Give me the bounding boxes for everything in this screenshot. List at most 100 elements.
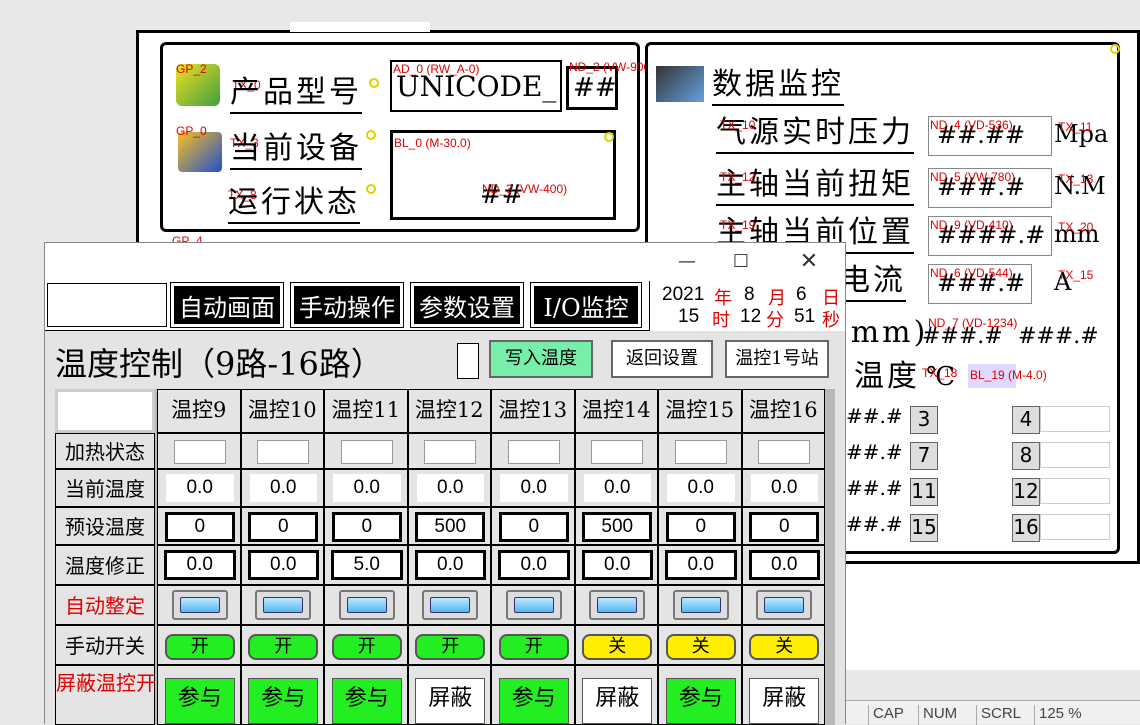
mask-heating-toggle[interactable]: 参与 xyxy=(665,678,736,724)
maximize-icon[interactable]: ☐ xyxy=(719,249,763,275)
preset-temp-input[interactable]: 500 xyxy=(582,512,653,542)
nd-number-b: 16 xyxy=(1012,514,1040,542)
monitor-nd-tag: ND_4 (VD-536) xyxy=(930,118,1013,132)
tag-bl: BL_0 (M-30.0) xyxy=(394,136,471,150)
column-header: 温控9 xyxy=(157,389,241,433)
back-to-settings-button[interactable]: 返回设置 xyxy=(611,340,713,378)
manual-switch-toggle[interactable]: 开 xyxy=(498,634,569,660)
manual-switch-toggle[interactable]: 关 xyxy=(582,634,653,660)
grid-cell: 0.0 xyxy=(491,545,575,585)
manual-switch-toggle[interactable]: 开 xyxy=(248,634,319,660)
grid-cell xyxy=(491,585,575,625)
preset-temp-input[interactable]: 0 xyxy=(164,512,235,542)
heating-status-indicator xyxy=(674,440,727,464)
temp-correction-input[interactable]: 5.0 xyxy=(331,550,403,580)
grid-cell xyxy=(240,433,324,469)
temp-correction-input[interactable]: 0.0 xyxy=(247,550,319,580)
manual-switch-toggle[interactable]: 开 xyxy=(164,634,235,660)
manual-switch-toggle[interactable]: 关 xyxy=(749,634,820,660)
preset-temp-input[interactable]: 0 xyxy=(665,512,736,542)
current-temp-value: 0.0 xyxy=(416,474,484,502)
temperature-control-window: — ☐ ✕ 自动画面 手动操作 参数设置 I/O监控 2021 年 8 月 6 … xyxy=(44,242,846,725)
preset-temp-input[interactable]: 500 xyxy=(415,512,486,542)
preset-temp-input[interactable]: 0 xyxy=(248,512,319,542)
auto-tune-button[interactable] xyxy=(589,590,646,620)
manual-switch-toggle[interactable]: 开 xyxy=(415,634,486,660)
close-icon[interactable]: ✕ xyxy=(787,249,831,275)
column-header: 温控12 xyxy=(407,389,491,433)
temp-correction-input[interactable]: 0.0 xyxy=(748,550,820,580)
mask-heating-toggle[interactable]: 屏蔽 xyxy=(582,678,653,724)
tag-nd7: ND_7 (VD-1234) xyxy=(928,316,1018,330)
grid-cell: 0 xyxy=(324,507,408,545)
nav-auto-screen[interactable]: 自动画面 xyxy=(170,282,284,328)
grid-cell: 0.0 xyxy=(407,469,491,507)
row-label: 屏蔽温控开启加热 xyxy=(55,665,216,725)
station-1-button[interactable]: 温控1号站 xyxy=(725,340,829,378)
grid-cell: 0.0 xyxy=(240,545,324,585)
nd-number-b: 12 xyxy=(1012,478,1040,506)
auto-tune-button[interactable] xyxy=(672,590,729,620)
temp-correction-input[interactable]: 0.0 xyxy=(665,550,737,580)
tag-ad0: AD_0 (RW_A-0) xyxy=(393,62,480,76)
current-temp-value: 0.0 xyxy=(750,474,818,502)
grid-cell: 0.0 xyxy=(658,545,742,585)
preset-temp-input[interactable]: 0 xyxy=(331,512,402,542)
heating-status-indicator xyxy=(507,440,560,464)
auto-tune-button[interactable] xyxy=(756,590,813,620)
temp-correction-input[interactable]: 0.0 xyxy=(581,550,653,580)
row-label: 温度修正 xyxy=(55,545,155,585)
grid-cell: 0.0 xyxy=(157,545,241,585)
grid-cell: 开 xyxy=(240,625,324,665)
manual-switch-toggle[interactable]: 开 xyxy=(331,634,402,660)
grid-cell xyxy=(240,585,324,625)
nav-manual-operation[interactable]: 手动操作 xyxy=(290,282,404,328)
temp-correction-input[interactable]: 0.0 xyxy=(498,550,570,580)
monitor-nd-tag: ND_6 (VD-544) xyxy=(930,266,1013,280)
row-label: 当前温度 xyxy=(55,469,155,507)
status-bar: CAP NUM SCRL 125 % xyxy=(846,700,1140,725)
preset-temp-input[interactable]: 0 xyxy=(749,512,820,542)
column-header: 温控13 xyxy=(491,389,575,433)
mask-heating-toggle[interactable]: 屏蔽 xyxy=(749,678,820,724)
temp-correction-input[interactable]: 0.0 xyxy=(414,550,486,580)
auto-tune-button[interactable] xyxy=(255,590,312,620)
grid-cell: 0.0 xyxy=(741,545,825,585)
write-temperature-button[interactable]: 写入温度 xyxy=(489,340,593,378)
mask-heating-toggle[interactable]: 屏蔽 xyxy=(415,678,486,724)
window-titlebar: — ☐ ✕ xyxy=(45,243,845,281)
product-model-label: 产品型号 xyxy=(230,74,362,114)
mask-heating-toggle[interactable]: 参与 xyxy=(248,678,319,724)
mm-hash-2: ###.# xyxy=(1018,324,1099,349)
auto-tune-button[interactable] xyxy=(505,590,562,620)
heating-status-indicator xyxy=(424,440,477,464)
status-zoom: 125 % xyxy=(1034,705,1082,725)
nd-value-cell xyxy=(1040,442,1110,468)
auto-tune-button[interactable] xyxy=(338,590,395,620)
mask-heating-toggle[interactable]: 参与 xyxy=(164,678,235,724)
anchor-ring xyxy=(604,132,614,142)
manual-switch-toggle[interactable]: 关 xyxy=(665,634,736,660)
grid-cell: 屏蔽 xyxy=(407,665,491,725)
nav-blank xyxy=(47,283,167,327)
nav-parameter-settings[interactable]: 参数设置 xyxy=(410,282,524,328)
heating-status-indicator xyxy=(257,440,310,464)
minimize-icon[interactable]: — xyxy=(665,249,709,275)
current-temp-value: 0.0 xyxy=(333,474,401,502)
grid-cell xyxy=(658,433,742,469)
mask-heating-toggle[interactable]: 参与 xyxy=(331,678,402,724)
nav-io-monitor[interactable]: I/O监控 xyxy=(530,282,642,328)
grid-cell xyxy=(407,585,491,625)
current-device-label: 当前设备 xyxy=(230,130,362,170)
mask-heating-toggle[interactable]: 参与 xyxy=(498,678,569,724)
grid-cell xyxy=(574,433,658,469)
column-header: 温控11 xyxy=(324,389,408,433)
auto-tune-button[interactable] xyxy=(422,590,479,620)
preset-temp-input[interactable]: 0 xyxy=(498,512,569,542)
data-monitor-title: 数据监控 xyxy=(712,66,844,106)
temp-correction-input[interactable]: 0.0 xyxy=(164,550,236,580)
nd-hash: ##.# xyxy=(846,512,903,536)
grid-cell xyxy=(741,585,825,625)
auto-tune-button[interactable] xyxy=(171,590,228,620)
clock-day: 6 xyxy=(796,284,807,305)
